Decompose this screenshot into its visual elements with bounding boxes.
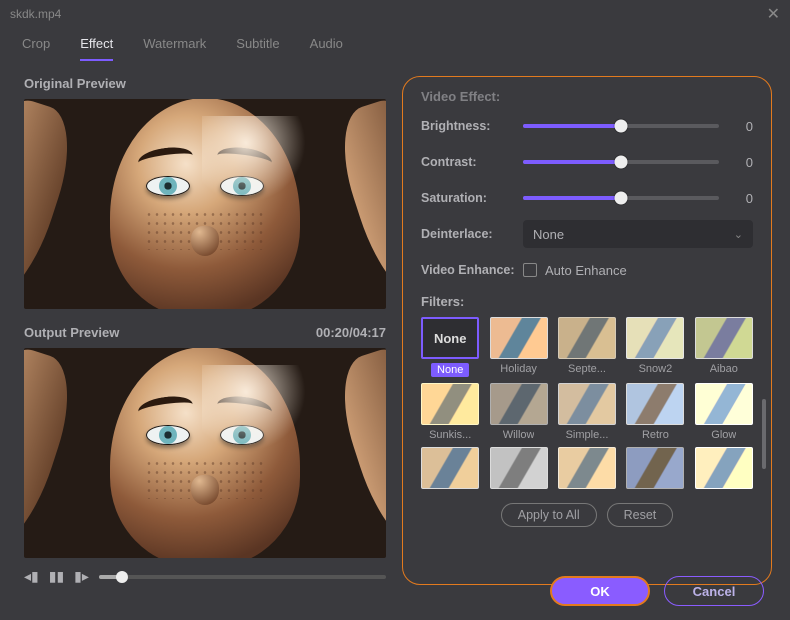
filter-thumb xyxy=(695,317,753,359)
scrub-bar[interactable] xyxy=(99,575,386,579)
filter-item-Willow[interactable]: Willow xyxy=(489,383,547,441)
ok-button[interactable]: OK xyxy=(550,576,650,606)
filters-grid: None None Holiday Septe... Snow2 Aibao Sunkis.… xyxy=(421,317,753,489)
filter-thumb xyxy=(558,317,616,359)
contrast-slider[interactable] xyxy=(523,160,719,164)
filter-item-row3-10[interactable] xyxy=(421,447,479,489)
saturation-handle[interactable] xyxy=(615,192,628,205)
playback-controls: ◂▮ ▮▮ ▮▸ xyxy=(24,568,386,585)
titlebar: skdk.mp4 ✕ xyxy=(0,0,790,28)
filter-thumb xyxy=(695,447,753,489)
filter-item-Snow2[interactable]: Snow2 xyxy=(626,317,684,377)
cancel-button[interactable]: Cancel xyxy=(664,576,764,606)
saturation-value: 0 xyxy=(731,191,753,206)
filter-item-Holiday[interactable]: Holiday xyxy=(489,317,547,377)
filter-thumb xyxy=(490,383,548,425)
filter-name: Holiday xyxy=(500,363,537,375)
brightness-value: 0 xyxy=(731,119,753,134)
video-enhance-label: Video Enhance: xyxy=(421,263,523,277)
video-effect-header: Video Effect: xyxy=(421,89,753,104)
brightness-slider[interactable] xyxy=(523,124,719,128)
deinterlace-selected: None xyxy=(533,227,564,242)
filter-name: Sunkis... xyxy=(429,429,471,441)
deinterlace-select[interactable]: None ⌄ xyxy=(523,220,753,248)
filter-thumb xyxy=(558,383,616,425)
filter-item-None[interactable]: None None xyxy=(421,317,479,377)
pause-icon[interactable]: ▮▮ xyxy=(49,568,64,585)
filter-item-Aibao[interactable]: Aibao xyxy=(695,317,753,377)
filter-thumb xyxy=(626,317,684,359)
auto-enhance-label: Auto Enhance xyxy=(545,263,627,278)
deinterlace-label: Deinterlace: xyxy=(421,227,523,241)
filters-label: Filters: xyxy=(421,294,753,309)
filter-name: Retro xyxy=(642,429,669,441)
filter-name: Glow xyxy=(711,429,736,441)
contrast-value: 0 xyxy=(731,155,753,170)
brightness-label: Brightness: xyxy=(421,119,523,133)
prev-frame-icon[interactable]: ◂▮ xyxy=(24,568,39,585)
original-preview-label: Original Preview xyxy=(24,76,386,91)
filter-item-row3-13[interactable] xyxy=(626,447,684,489)
contrast-handle[interactable] xyxy=(615,156,628,169)
output-preview-label: Output Preview xyxy=(24,325,119,340)
filter-item-row3-14[interactable] xyxy=(695,447,753,489)
filter-item-Septe...[interactable]: Septe... xyxy=(558,317,616,377)
filter-thumb: None xyxy=(421,317,479,359)
tabs: Crop Effect Watermark Subtitle Audio xyxy=(0,28,790,62)
filter-item-Glow[interactable]: Glow xyxy=(695,383,753,441)
filter-name: Septe... xyxy=(568,363,606,375)
filter-thumb xyxy=(626,383,684,425)
filters-scrollbar[interactable] xyxy=(762,399,766,469)
filter-thumb xyxy=(695,383,753,425)
reset-button[interactable]: Reset xyxy=(607,503,674,527)
saturation-slider[interactable] xyxy=(523,196,719,200)
saturation-label: Saturation: xyxy=(421,191,523,205)
filter-item-row3-12[interactable] xyxy=(558,447,616,489)
filter-item-Retro[interactable]: Retro xyxy=(626,383,684,441)
filter-thumb xyxy=(626,447,684,489)
brightness-handle[interactable] xyxy=(615,120,628,133)
filter-thumb xyxy=(490,447,548,489)
filter-thumb xyxy=(421,383,479,425)
timecode: 00:20/04:17 xyxy=(316,325,386,340)
tab-subtitle[interactable]: Subtitle xyxy=(236,36,279,61)
filter-item-row3-11[interactable] xyxy=(489,447,547,489)
tab-crop[interactable]: Crop xyxy=(22,36,50,61)
chevron-down-icon: ⌄ xyxy=(734,228,743,241)
contrast-label: Contrast: xyxy=(421,155,523,169)
tab-audio[interactable]: Audio xyxy=(310,36,343,61)
tab-effect[interactable]: Effect xyxy=(80,36,113,61)
next-frame-icon[interactable]: ▮▸ xyxy=(74,568,89,585)
original-preview xyxy=(24,99,386,309)
video-effect-panel: Video Effect: Brightness: 0 Contrast: 0 … xyxy=(402,76,772,585)
filter-name: Simple... xyxy=(566,429,609,441)
filter-thumb xyxy=(558,447,616,489)
apply-to-all-button[interactable]: Apply to All xyxy=(501,503,597,527)
close-icon[interactable]: ✕ xyxy=(767,4,780,24)
filter-name: Willow xyxy=(503,429,535,441)
window-title: skdk.mp4 xyxy=(10,7,61,21)
filter-name: None xyxy=(431,363,469,377)
filter-item-Sunkis...[interactable]: Sunkis... xyxy=(421,383,479,441)
filter-name: Aibao xyxy=(710,363,738,375)
filter-thumb xyxy=(490,317,548,359)
scrub-handle[interactable] xyxy=(116,571,128,583)
filter-thumb xyxy=(421,447,479,489)
auto-enhance-checkbox[interactable] xyxy=(523,263,537,277)
filter-name: Snow2 xyxy=(639,363,673,375)
output-preview xyxy=(24,348,386,558)
filter-item-Simple...[interactable]: Simple... xyxy=(558,383,616,441)
tab-watermark[interactable]: Watermark xyxy=(143,36,206,61)
